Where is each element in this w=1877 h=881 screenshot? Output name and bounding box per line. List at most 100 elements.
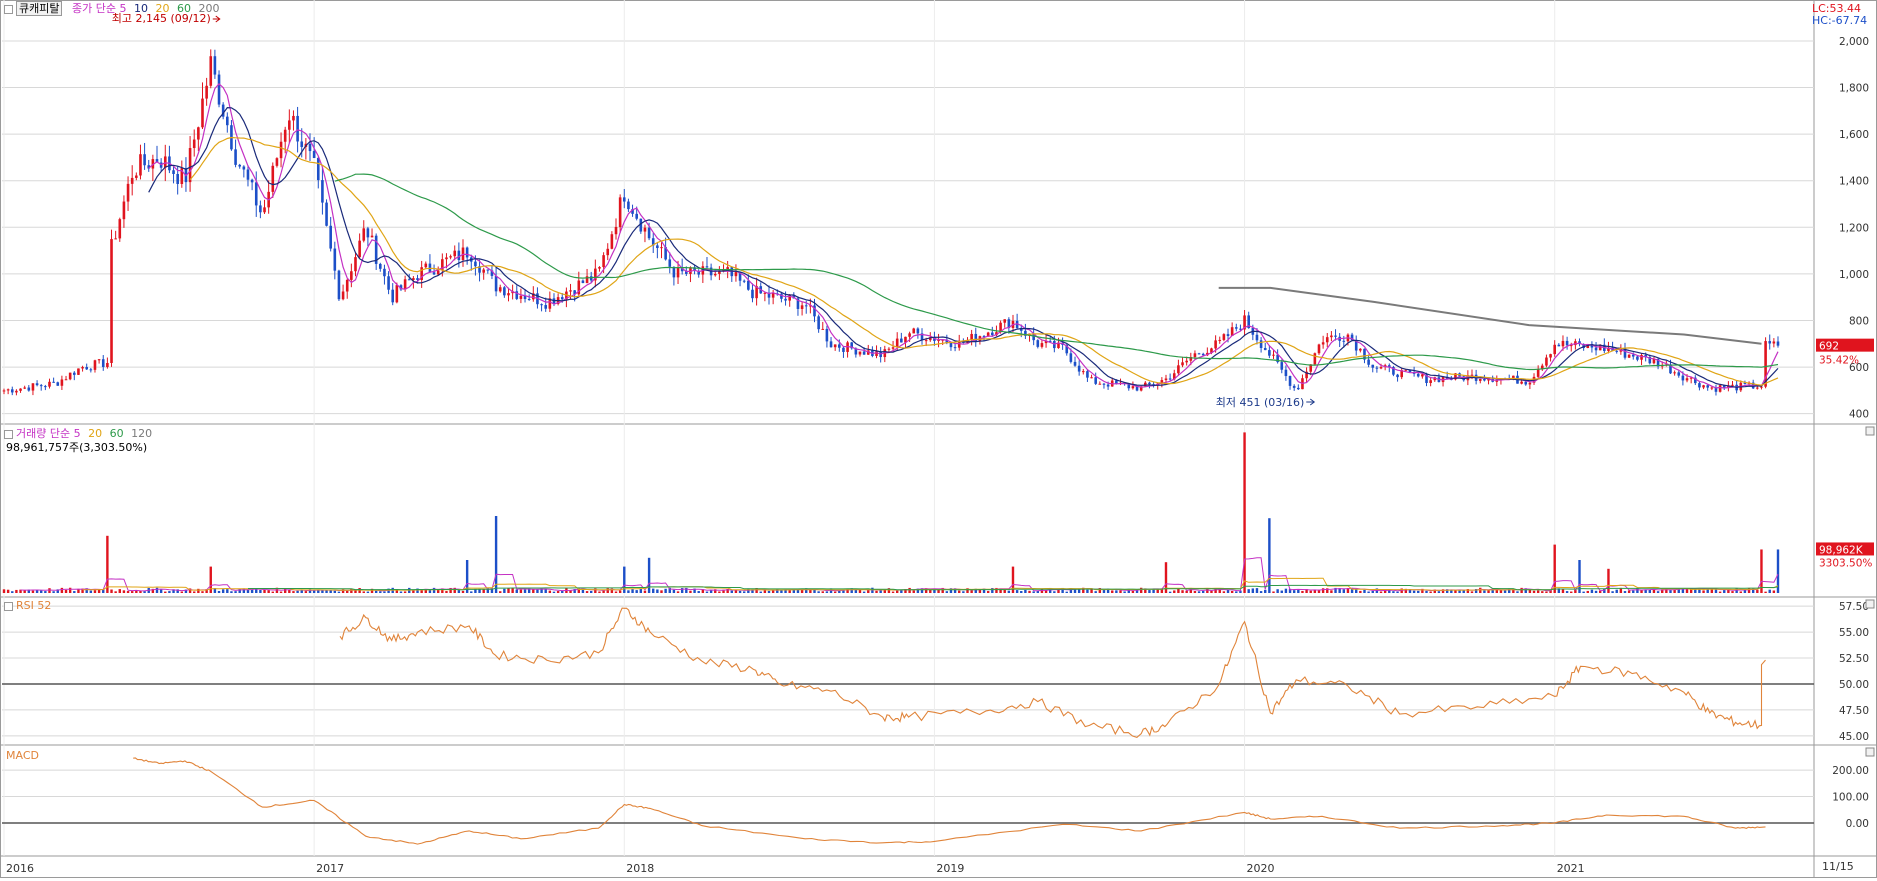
volume-bar: [1429, 591, 1432, 593]
panel-collapse-icon: [1865, 426, 1875, 436]
candle-body: [391, 289, 395, 303]
volume-bar: [1230, 590, 1234, 593]
y-tick-label: 1,400: [1839, 176, 1869, 188]
volume-bar: [672, 589, 676, 593]
volume-bar: [1197, 591, 1201, 593]
candle-body: [333, 248, 337, 271]
candle-body: [1429, 380, 1432, 383]
panel-toggle-icon[interactable]: [4, 4, 13, 14]
volume-bar: [1255, 588, 1259, 593]
volume-bar: [664, 588, 667, 593]
ma20-period: 20: [155, 2, 170, 15]
candle-body: [1545, 357, 1548, 366]
panel-toggle-icon[interactable]: [4, 429, 13, 439]
volume-bar: [652, 588, 655, 593]
candle-body: [250, 179, 254, 183]
vma20-period: 20: [88, 427, 103, 440]
volume-bar: [44, 591, 47, 593]
candle-body: [1325, 337, 1329, 343]
volume-bar: [780, 590, 783, 593]
volume-bar: [511, 588, 514, 593]
volume-bar: [1367, 591, 1370, 593]
volume-bar: [1272, 591, 1275, 593]
volume-bar: [1168, 591, 1172, 593]
rsi-line: [339, 607, 1766, 739]
candle-body: [1478, 378, 1482, 381]
x-tick-label: 2018: [626, 862, 654, 875]
volume-bar: [556, 591, 560, 593]
y-tick-label: 1,200: [1839, 222, 1869, 234]
volume-bar: [908, 587, 911, 593]
candle-body: [569, 290, 572, 292]
volume-bar: [618, 590, 622, 593]
candle-body: [163, 156, 167, 168]
volume-bar: [552, 591, 556, 593]
candle-body: [635, 213, 638, 219]
candle-body: [172, 170, 175, 174]
candle-body: [589, 276, 593, 281]
volume-bar: [871, 587, 874, 593]
candle-body: [254, 182, 258, 206]
volume-bar: [1718, 591, 1722, 593]
volume-bar: [867, 590, 870, 593]
candle-body: [804, 305, 808, 307]
candle-body: [656, 245, 659, 249]
volume-bar: [891, 591, 895, 593]
candle-body: [457, 250, 461, 261]
candle-body: [31, 383, 35, 391]
candle-body: [445, 257, 448, 260]
volume-bar: [627, 590, 630, 593]
volume-bar: [631, 589, 634, 593]
candle-body: [77, 368, 80, 375]
volume-bar: [1499, 590, 1503, 593]
volume-bar: [1235, 591, 1238, 593]
chart-canvas[interactable]: 2,0001,8001,6001,4001,2001,0008006004003…: [0, 0, 1877, 878]
candle-body: [800, 305, 804, 309]
ticker-label[interactable]: 큐캐피탈: [16, 1, 63, 16]
ma10-period: 10: [133, 2, 148, 15]
volume-bar: [1565, 591, 1569, 593]
candle-body: [1416, 373, 1420, 377]
volume-bar: [1586, 590, 1589, 593]
candle-body: [72, 372, 76, 375]
x-tick-label: 2019: [936, 862, 964, 875]
volume-bar: [1313, 589, 1317, 593]
volume-bar: [1648, 589, 1652, 593]
candle-body: [1640, 355, 1643, 360]
panel-collapse-icon: [1865, 599, 1875, 609]
candle-body: [1396, 374, 1399, 378]
volume-bar: [250, 589, 254, 593]
volume-bar: [164, 591, 167, 593]
candle-body: [1090, 377, 1093, 379]
candle-body: [1284, 369, 1288, 377]
candle-body: [713, 273, 717, 276]
candle-body: [135, 175, 138, 178]
candle-body: [407, 279, 411, 281]
candle-body: [1772, 341, 1776, 344]
y-tick-label: 57.50: [1839, 601, 1869, 613]
y-tick-label: 1,800: [1839, 83, 1869, 95]
candle-body: [101, 359, 105, 367]
candle-body: [321, 180, 324, 203]
candle-body: [139, 154, 142, 176]
candle-body: [296, 115, 299, 142]
volume-bar: [978, 589, 982, 593]
candle-body: [614, 226, 618, 235]
candle-body: [1086, 371, 1089, 378]
candle-body: [89, 369, 93, 371]
volume-bar: [689, 590, 692, 593]
volume-bar: [106, 535, 109, 593]
candle-body: [1313, 353, 1317, 365]
candle-body: [1342, 340, 1346, 342]
volume-bar: [461, 590, 465, 593]
candle-body: [784, 298, 787, 301]
volume-bar: [2, 589, 6, 593]
candle-body: [1131, 386, 1135, 389]
volume-bar: [639, 588, 643, 593]
panel-toggle-icon[interactable]: [4, 601, 13, 611]
candle-body: [602, 255, 605, 268]
candle-body: [44, 386, 47, 388]
volume-bar: [759, 591, 762, 593]
candle-body: [838, 344, 841, 348]
stock-chart[interactable]: 2,0001,8001,6001,4001,2001,0008006004003…: [0, 0, 1877, 878]
